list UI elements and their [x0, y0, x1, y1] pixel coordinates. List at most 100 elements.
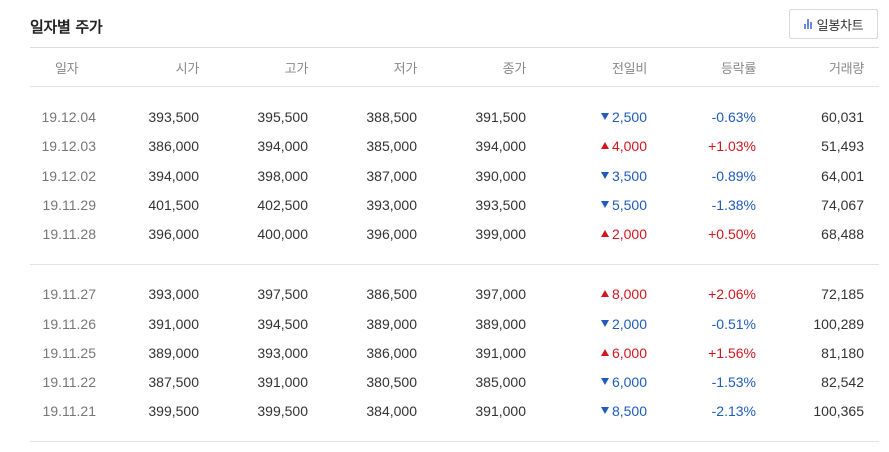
change-value: 8,000 — [611, 285, 647, 302]
table-row: 19.11.26 391,000 394,500 389,000 389,000 2,00… — [30, 309, 879, 338]
cell-high: 402,500 — [257, 196, 308, 213]
cell-volume: 81,180 — [821, 344, 864, 361]
cell-volume: 100,365 — [813, 402, 864, 419]
cell-rate: +2.06% — [708, 285, 756, 302]
cell-volume: 100,289 — [813, 315, 864, 332]
triangle-down-icon — [600, 407, 609, 414]
column-header-change: 전일비 — [612, 61, 647, 77]
cell-change: 3,500 — [526, 161, 647, 190]
triangle-up-icon — [600, 230, 609, 237]
cell-date: 19.11.22 — [42, 373, 96, 390]
cell-close: 390,000 — [475, 167, 526, 184]
cell-rate: -1.53% — [711, 373, 756, 390]
cell-high: 393,000 — [257, 344, 308, 361]
cell-date: 19.11.28 — [42, 225, 96, 242]
table-row: 19.11.29 401,500 402,500 393,000 393,500 5,50… — [30, 190, 879, 219]
cell-date: 19.12.02 — [41, 167, 97, 184]
cell-date: 19.12.03 — [41, 137, 97, 154]
cell-change: 5,500 — [526, 190, 647, 219]
cell-close: 393,500 — [475, 196, 526, 213]
table-row: 19.12.03 386,000 394,000 385,000 394,000 4,00… — [30, 131, 879, 160]
cell-close: 389,000 — [475, 315, 526, 332]
cell-high: 400,000 — [257, 225, 308, 242]
cell-high: 395,500 — [257, 108, 308, 125]
cell-high: 391,000 — [257, 373, 308, 390]
table-header: 일자 시가 고가 저가 종가 전일비 등락률 거래량 — [30, 53, 879, 81]
table-top-border — [30, 47, 879, 48]
cell-change: 2,000 — [526, 219, 647, 248]
triangle-up-icon — [600, 142, 609, 149]
column-header-low: 저가 — [393, 61, 418, 77]
cell-open: 389,000 — [148, 344, 199, 361]
change-value: 6,000 — [611, 344, 647, 361]
cell-rate: +1.56% — [708, 344, 756, 361]
cell-change: 6,000 — [526, 367, 647, 396]
cell-open: 401,500 — [148, 196, 199, 213]
cell-rate: +0.50% — [708, 225, 756, 242]
cell-close: 385,000 — [475, 373, 526, 390]
column-header-high: 고가 — [284, 61, 309, 77]
triangle-down-icon — [600, 201, 609, 208]
cell-volume: 60,031 — [821, 108, 864, 125]
cell-low: 387,000 — [366, 167, 417, 184]
table-row: 19.11.27 393,000 397,500 386,500 397,000 8,00… — [30, 279, 879, 308]
cell-low: 386,500 — [366, 285, 417, 302]
change-value: 2,500 — [611, 108, 647, 125]
cell-volume: 72,185 — [821, 285, 864, 302]
cell-rate: -2.13% — [711, 402, 756, 419]
table-row: 19.12.02 394,000 398,000 387,000 390,000 3,50… — [30, 161, 879, 190]
cell-low: 388,500 — [366, 108, 417, 125]
triangle-up-icon — [600, 290, 609, 297]
change-value: 5,500 — [611, 196, 647, 213]
cell-high: 394,500 — [257, 315, 308, 332]
change-value: 4,000 — [611, 137, 647, 154]
cell-low: 396,000 — [366, 225, 417, 242]
cell-volume: 74,067 — [821, 196, 864, 213]
cell-rate: -0.89% — [711, 167, 756, 184]
table-row: 19.11.21 399,500 399,500 384,000 391,000 8,50… — [30, 396, 879, 425]
cell-close: 394,000 — [475, 137, 526, 154]
cell-open: 393,500 — [148, 108, 199, 125]
cell-open: 399,500 — [148, 402, 199, 419]
change-value: 3,500 — [611, 167, 647, 184]
cell-rate: -0.51% — [711, 315, 756, 332]
change-value: 2,000 — [611, 225, 647, 242]
group-divider — [30, 264, 879, 265]
cell-close: 391,000 — [475, 344, 526, 361]
cell-rate: -1.38% — [711, 196, 756, 213]
cell-change: 2,000 — [526, 309, 647, 338]
cell-close: 391,000 — [475, 402, 526, 419]
cell-low: 386,000 — [366, 344, 417, 361]
cell-volume: 51,493 — [821, 137, 864, 154]
cell-close: 391,500 — [475, 108, 526, 125]
bar-chart-icon — [803, 19, 812, 29]
cell-change: 6,000 — [526, 338, 647, 367]
triangle-up-icon — [600, 349, 609, 356]
cell-change: 8,500 — [526, 396, 647, 425]
column-header-open: 시가 — [175, 61, 200, 77]
daily-chart-button[interactable]: 일봉차트 — [789, 9, 878, 39]
cell-open: 391,000 — [148, 315, 199, 332]
cell-low: 385,000 — [366, 137, 417, 154]
cell-date: 19.12.04 — [41, 108, 97, 125]
column-header-rate: 등락률 — [721, 61, 756, 77]
cell-volume: 82,542 — [821, 373, 864, 390]
cell-date: 19.11.29 — [42, 196, 96, 213]
table-row: 19.12.04 393,500 395,500 388,500 391,500 2,50… — [30, 102, 879, 131]
cell-change: 2,500 — [526, 102, 647, 131]
cell-close: 399,000 — [475, 225, 526, 242]
column-header-close: 종가 — [502, 61, 527, 77]
cell-rate: -0.63% — [711, 108, 756, 125]
cell-low: 389,000 — [366, 315, 417, 332]
header-divider — [30, 86, 879, 87]
column-header-volume: 거래량 — [829, 61, 864, 77]
triangle-down-icon — [600, 378, 609, 385]
triangle-down-icon — [600, 320, 609, 327]
cell-open: 396,000 — [148, 225, 199, 242]
cell-date: 19.11.27 — [42, 285, 96, 302]
cell-date: 19.11.21 — [42, 402, 96, 419]
cell-change: 4,000 — [526, 131, 647, 160]
cell-open: 394,000 — [148, 167, 199, 184]
cell-low: 393,000 — [366, 196, 417, 213]
cell-date: 19.11.26 — [42, 315, 96, 332]
